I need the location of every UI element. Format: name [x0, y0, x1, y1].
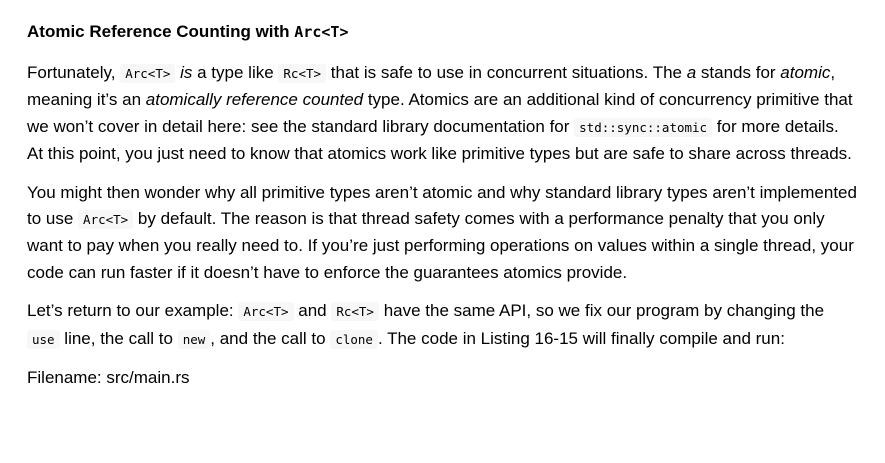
inline-code-clone: clone	[330, 329, 378, 349]
text-span: Filename: src/main.rs	[27, 368, 190, 388]
text-span: that is safe to use in concurrent situat…	[326, 63, 687, 82]
text-span: a type like	[192, 63, 279, 82]
inline-code-arc: Arc<T>	[78, 210, 134, 230]
text-span: have the same API, so we fix our program…	[378, 301, 825, 321]
paragraph-arc-intro: Fortunately, Arc<T> is a type like Rc<T>…	[27, 60, 857, 168]
text-span: Let’s return to our example:	[27, 301, 239, 321]
text-span: . The code in Listing 16-15 will finally…	[377, 328, 785, 348]
inline-code-rc: Rc<T>	[331, 302, 379, 322]
inline-code-std-sync-atomic: std::sync::atomic	[574, 117, 713, 137]
emphasis: atomic	[780, 63, 831, 82]
inline-code-new: new	[177, 329, 211, 349]
text-span: line, the call to	[59, 328, 178, 348]
inline-code-arc: Arc<T>	[120, 64, 176, 83]
text-span: by default. The reason is that thread sa…	[27, 209, 854, 282]
section-heading: Atomic Reference Counting with Arc<T>	[27, 20, 857, 44]
inline-code-arc: Arc<T>	[238, 302, 294, 322]
emphasis: is	[180, 63, 193, 82]
text-span: and	[293, 301, 332, 321]
heading-text: Atomic Reference Counting with	[27, 22, 295, 41]
paragraph-return-example: Let’s return to our example: Arc<T> and …	[27, 298, 857, 353]
text-span: stands for	[696, 63, 781, 82]
heading-code: Arc<T>	[294, 23, 349, 41]
text-span: , and the call to	[210, 328, 331, 348]
page: Atomic Reference Counting with Arc<T> Fo…	[0, 0, 885, 463]
inline-code-use: use	[27, 329, 60, 349]
inline-code-rc: Rc<T>	[278, 64, 327, 83]
text-span: Fortunately,	[27, 63, 121, 82]
filename-label: Filename: src/main.rs	[27, 365, 857, 391]
document-content: Atomic Reference Counting with Arc<T> Fo…	[27, 0, 857, 391]
paragraph-why-not-atomic: You might then wonder why all primitive …	[27, 180, 857, 287]
emphasis: a	[686, 63, 697, 82]
emphasis: atomically reference counted	[145, 90, 364, 110]
